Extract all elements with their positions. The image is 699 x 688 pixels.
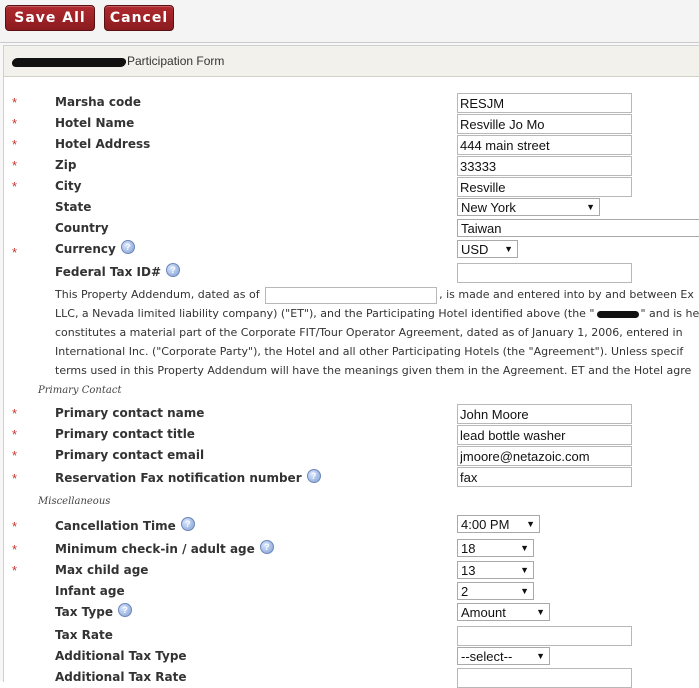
additional-tax-type-select[interactable]: --select-- ▼ [457, 647, 550, 665]
minimum-age-value: 18 [461, 540, 476, 556]
cancellation-time-value: 4:00 PM [461, 516, 510, 532]
currency-select[interactable]: USD ▼ [457, 240, 518, 258]
required-asterisk: * [12, 406, 18, 421]
marsha-code-label: Marsha code [55, 95, 142, 109]
zip-input[interactable] [457, 156, 632, 176]
cancellation-time-select[interactable]: 4:00 PM ▼ [457, 515, 540, 533]
redacted-brand-name [11, 58, 127, 67]
tax-type-label: Tax Type? [55, 603, 132, 619]
required-asterisk: * [12, 448, 18, 463]
minimum-age-select[interactable]: 18 ▼ [457, 539, 534, 557]
marsha-code-input[interactable] [457, 93, 632, 113]
property-addendum-text: This Property Addendum, dated as of , is… [55, 285, 699, 380]
chevron-down-icon: ▼ [504, 244, 513, 254]
help-icon[interactable]: ? [120, 240, 135, 254]
addendum-date-input[interactable] [265, 286, 438, 304]
primary-contact-email-input[interactable] [457, 446, 632, 466]
required-asterisk: * [12, 179, 18, 194]
panel-title: Participation Form [127, 54, 225, 68]
chevron-down-icon: ▼ [520, 543, 529, 553]
additional-tax-rate-label: Additional Tax Rate [55, 670, 187, 684]
help-icon[interactable]: ? [166, 263, 181, 277]
state-select[interactable]: New York ▼ [457, 198, 600, 216]
additional-tax-rate-input[interactable] [457, 668, 632, 688]
infant-age-value: 2 [461, 583, 469, 599]
chevron-down-icon: ▼ [526, 519, 535, 529]
country-label: Country [55, 221, 109, 235]
cancel-button[interactable]: Cancel [104, 5, 174, 31]
primary-contact-name-label: Primary contact name [55, 406, 205, 420]
hotel-name-input[interactable] [457, 114, 632, 134]
state-label: State [55, 200, 92, 214]
required-asterisk: * [12, 137, 18, 152]
hotel-name-label: Hotel Name [55, 116, 135, 130]
country-value: Taiwan [461, 220, 502, 236]
form-frame: Participation Form * Marsha code * Hotel… [0, 43, 699, 688]
required-asterisk: * [12, 563, 18, 578]
required-asterisk: * [12, 95, 18, 110]
federal-tax-id-label: Federal Tax ID#? [55, 263, 181, 279]
primary-contact-title-label: Primary contact title [55, 427, 195, 441]
cancellation-time-label: Cancellation Time? [55, 517, 195, 533]
primary-contact-name-input[interactable] [457, 404, 632, 424]
primary-contact-email-label: Primary contact email [55, 448, 205, 462]
participation-form-panel: Participation Form * Marsha code * Hotel… [3, 45, 699, 688]
tax-rate-label: Tax Rate [55, 628, 113, 642]
max-child-age-value: 13 [461, 562, 476, 578]
infant-age-label: Infant age [55, 584, 125, 598]
reservation-fax-label: Reservation Fax notification number? [55, 469, 321, 485]
required-asterisk: * [12, 542, 18, 557]
required-asterisk: * [12, 519, 18, 534]
currency-label: Currency? [55, 240, 135, 256]
chevron-down-icon: ▼ [520, 565, 529, 575]
max-child-age-label: Max child age [55, 563, 149, 577]
required-asterisk: * [12, 471, 18, 486]
help-icon[interactable]: ? [180, 517, 195, 531]
max-child-age-select[interactable]: 13 ▼ [457, 561, 534, 579]
section-miscellaneous: Miscellaneous [38, 496, 111, 507]
addendum-line: International Inc. ("Corporate Party"), … [55, 345, 684, 358]
chevron-down-icon: ▼ [536, 607, 545, 617]
save-all-button[interactable]: Save All [5, 5, 95, 31]
addendum-line: This Property Addendum, dated as of , is… [55, 285, 699, 304]
chevron-down-icon: ▼ [520, 586, 529, 596]
panel-header: Participation Form [4, 46, 699, 77]
state-value: New York [461, 199, 516, 215]
addendum-line: constitutes a material part of the Corpo… [55, 326, 683, 339]
city-label: City [55, 179, 82, 193]
zip-label: Zip [55, 158, 77, 172]
currency-value: USD [461, 241, 489, 257]
addendum-line: LLC, a Nevada limited liability company)… [55, 307, 699, 320]
infant-age-select[interactable]: 2 ▼ [457, 582, 534, 600]
minimum-age-label: Minimum check-in / adult age? [55, 540, 274, 556]
tax-type-value: Amount [461, 604, 506, 620]
reservation-fax-input[interactable] [457, 467, 632, 487]
required-asterisk: * [12, 427, 18, 442]
hotel-address-input[interactable] [457, 135, 632, 155]
tax-rate-input[interactable] [457, 626, 632, 646]
redacted-text [596, 310, 639, 318]
hotel-address-label: Hotel Address [55, 137, 151, 151]
country-select[interactable]: Taiwan [457, 219, 699, 237]
help-icon[interactable]: ? [117, 603, 132, 617]
section-primary-contact: Primary Contact [38, 385, 122, 396]
city-input[interactable] [457, 177, 632, 197]
required-asterisk: * [12, 116, 18, 131]
toolbar: Save All Cancel [0, 0, 699, 43]
required-asterisk: * [12, 245, 18, 260]
help-icon[interactable]: ? [306, 469, 321, 483]
federal-tax-id-input[interactable] [457, 263, 632, 283]
primary-contact-title-input[interactable] [457, 425, 632, 445]
tax-type-select[interactable]: Amount ▼ [457, 603, 550, 621]
chevron-down-icon: ▼ [536, 651, 545, 661]
addendum-line: terms used in this Property Addendum wil… [55, 364, 692, 377]
help-icon[interactable]: ? [259, 540, 274, 554]
chevron-down-icon: ▼ [586, 202, 595, 212]
additional-tax-type-label: Additional Tax Type [55, 649, 187, 663]
additional-tax-type-value: --select-- [461, 648, 513, 664]
required-asterisk: * [12, 158, 18, 173]
